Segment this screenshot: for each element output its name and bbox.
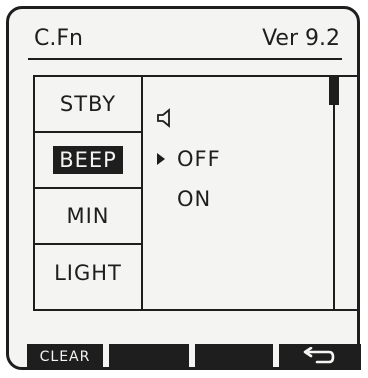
speaker-icon — [157, 108, 170, 128]
header: C.Fn Ver 9.2 — [28, 22, 342, 60]
menu-item-light[interactable]: LIGHT — [35, 245, 141, 301]
menu-item-min[interactable]: MIN — [35, 189, 141, 245]
return-button[interactable] — [279, 344, 361, 370]
version-label: Ver 9.2 — [262, 26, 340, 51]
menu-item-label: LIGHT — [54, 261, 122, 285]
footer-bar: CLEAR — [27, 344, 361, 372]
menu-item-stby[interactable]: STBY — [35, 77, 141, 133]
softkey-2-button[interactable] — [109, 344, 189, 370]
return-arrow-icon — [303, 347, 335, 364]
device-frame: C.Fn Ver 9.2 STBY BEEP MIN LIGHT OFF ON … — [0, 0, 368, 378]
scrollbar-track[interactable] — [333, 77, 335, 309]
option-on[interactable]: ON — [177, 187, 211, 211]
triangle-right-icon — [157, 153, 165, 165]
scrollbar-thumb[interactable] — [329, 77, 339, 105]
clear-button-label: CLEAR — [39, 349, 91, 365]
menu-item-label: MIN — [66, 204, 110, 228]
options-panel: OFF ON — [143, 77, 341, 309]
softkey-3-button[interactable] — [195, 344, 273, 370]
option-off[interactable]: OFF — [177, 147, 221, 171]
menu-item-label: BEEP — [53, 146, 123, 174]
clear-button[interactable]: CLEAR — [27, 344, 103, 370]
content-box: STBY BEEP MIN LIGHT OFF ON — [33, 75, 359, 311]
menu-item-label: STBY — [59, 92, 117, 116]
function-menu: STBY BEEP MIN LIGHT — [35, 77, 143, 309]
page-title: C.Fn — [34, 26, 83, 51]
menu-item-beep[interactable]: BEEP — [35, 133, 141, 189]
